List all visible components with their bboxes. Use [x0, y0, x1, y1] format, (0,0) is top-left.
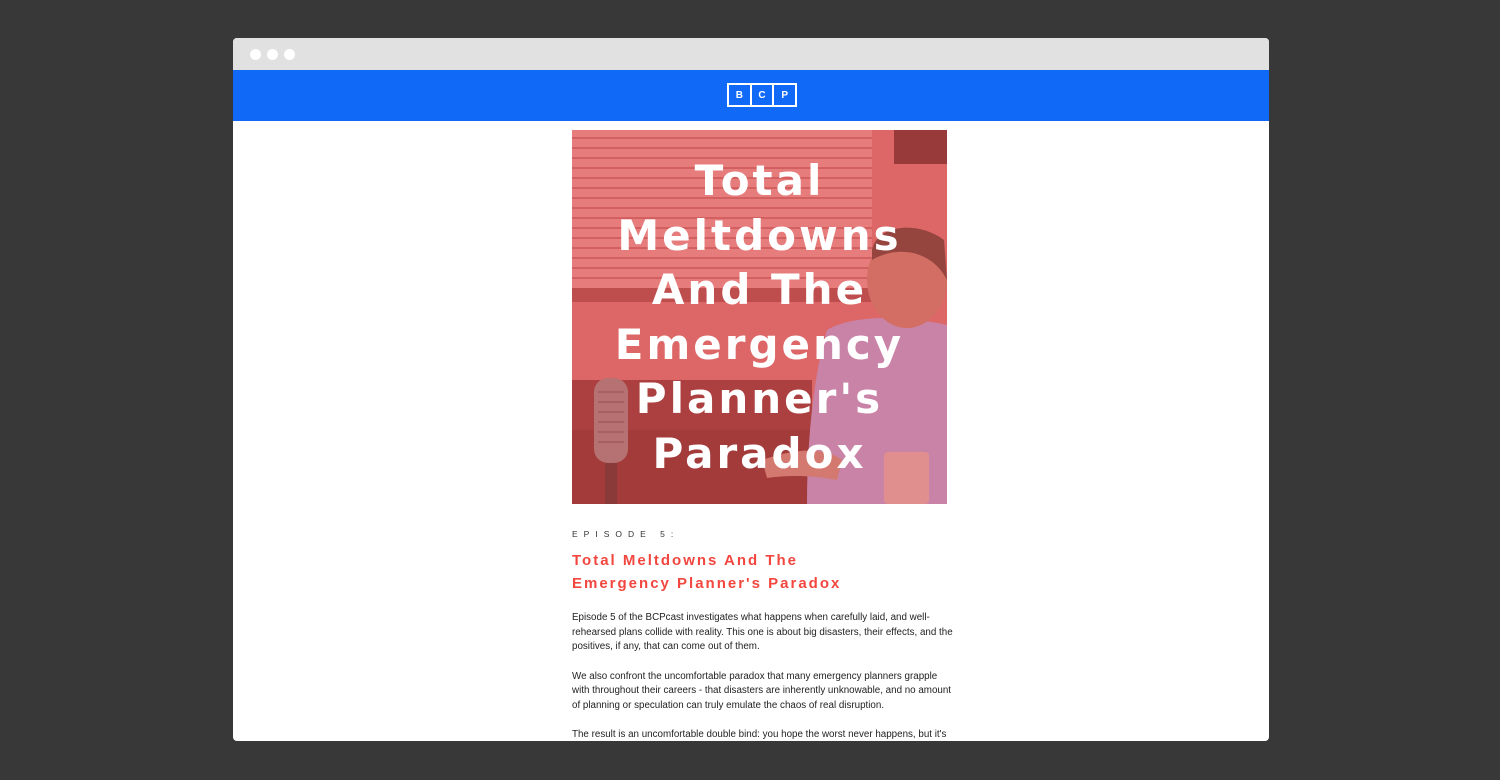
episode-headline-line-1: Total Meltdowns And The [572, 552, 798, 569]
hero-title: Total Meltdowns And The Emergency Planne… [614, 156, 905, 478]
logo-letter-b: B [729, 85, 752, 105]
episode-headline-line-2: Emergency Planner's Paradox [572, 575, 842, 592]
minimize-window-dot[interactable] [267, 49, 278, 60]
logo-letter-c: C [752, 85, 775, 105]
maximize-window-dot[interactable] [284, 49, 295, 60]
logo-letter-p: P [781, 89, 789, 101]
episode-description: Episode 5 of the BCPcast investigates wh… [572, 611, 957, 741]
episode-article: EPISODE 5: Total Meltdowns And The Emerg… [572, 529, 957, 741]
window-titlebar [233, 38, 1269, 70]
episode-number-label: EPISODE 5: [572, 529, 680, 539]
description-paragraph: The result is an uncomfortable double bi… [572, 729, 947, 740]
episode-hero-image: Total Meltdowns And The Emergency Planne… [572, 130, 947, 504]
episode-headline[interactable]: Total Meltdowns And The Emergency Planne… [572, 549, 957, 595]
browser-window: B C P Total Meltdowns And The Emergency … [233, 38, 1269, 741]
site-header: B C P [233, 70, 1269, 121]
description-paragraph: We also confront the uncomfortable parad… [572, 670, 952, 711]
bcp-logo[interactable]: B C P [727, 83, 797, 107]
description-paragraph: Episode 5 of the BCPcast investigates wh… [572, 612, 953, 652]
close-window-dot[interactable] [250, 49, 261, 60]
